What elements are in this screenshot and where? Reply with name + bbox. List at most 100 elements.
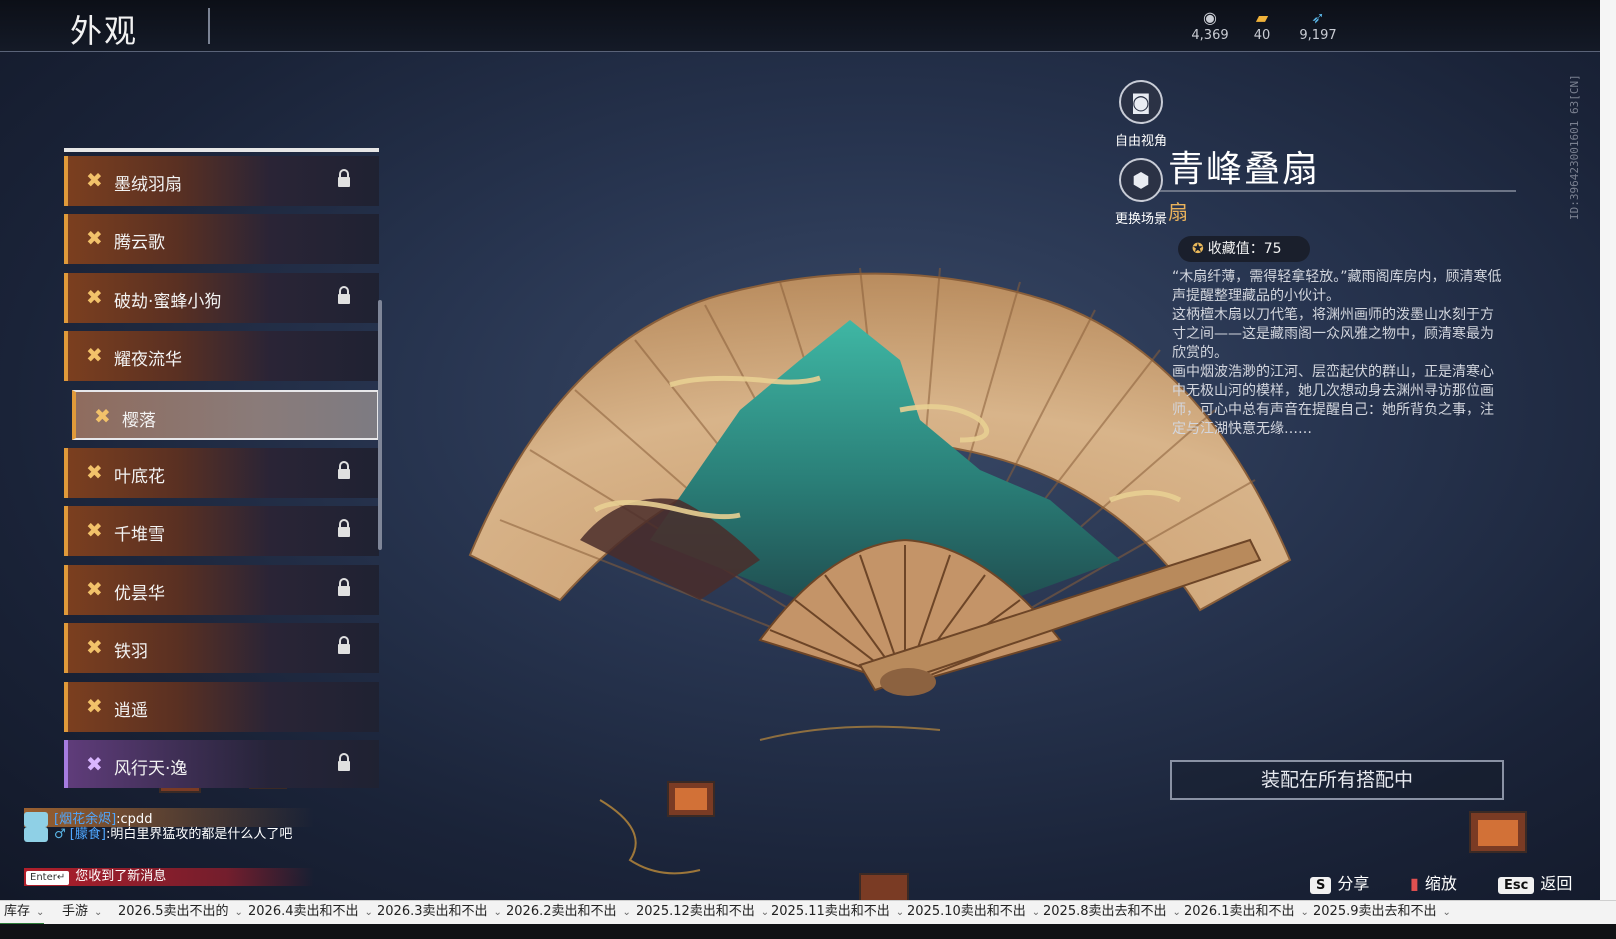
appearance-list-item[interactable]: ✖ 叶底花 bbox=[64, 448, 379, 498]
sheet-tab[interactable]: 2025.11卖出和不出 ⌄ bbox=[767, 901, 904, 925]
sheet-tab[interactable]: 2025.8卖出去和不出 ⌄ bbox=[1039, 901, 1181, 925]
chat-channel-icon bbox=[24, 812, 48, 827]
chevron-down-icon: ⌄ bbox=[94, 907, 103, 918]
sheet-tab-label: 2026.2卖出和不出 bbox=[506, 904, 617, 919]
appearance-list-item[interactable]: ✖ 风行天·逸 bbox=[64, 740, 379, 788]
item-label: 铁羽 bbox=[114, 642, 148, 663]
chat-text: :明白里界猛攻的都是什么人了吧 bbox=[105, 827, 293, 842]
sheet-tab[interactable]: 2026.2卖出和不出 ⌄ bbox=[502, 901, 631, 925]
chat-message[interactable]: [烟花余烬]:cpdd bbox=[24, 808, 314, 827]
list-top-divider bbox=[64, 148, 379, 152]
chat-sender: [朦食] bbox=[69, 827, 106, 842]
sheet-tab[interactable]: 2026.5卖出不出的 ⌄ bbox=[114, 901, 243, 925]
item-label: 千堆雪 bbox=[114, 525, 165, 546]
lock-icon bbox=[338, 519, 350, 538]
appearance-list-item[interactable]: ✖ 逍遥 bbox=[64, 681, 379, 732]
appearance-list[interactable]: ✖ 墨绒羽扇 ✖ 腾云歌 ✖ 破劫·蜜蜂小狗 ✖ 耀夜流华 ✖ 樱落 ✖ 叶底花 ✖ 千堆雪 ✖ 优昙华 ✖ 铁羽… bbox=[64, 148, 379, 788]
chat-new-message-bar[interactable]: Enter↵ 您收到了新消息 bbox=[24, 868, 314, 886]
quality-icon: ✖ bbox=[86, 635, 103, 660]
zoom-hint[interactable]: ▮ 缩放 bbox=[1410, 870, 1457, 894]
lock-icon bbox=[338, 753, 350, 771]
item-label: 风行天·逸 bbox=[114, 759, 188, 779]
item-label: 墨绒羽扇 bbox=[114, 175, 182, 195]
sheet-tab[interactable]: 2025.9卖出去和不出 ⌄ bbox=[1309, 901, 1451, 925]
sheet-tab-bar[interactable]: 库存 ⌄ 手游 ⌄ 2026.5卖出不出的 ⌄ 2026.4卖出和不出 ⌄ 2026.3卖出和不… bbox=[0, 900, 1616, 925]
quality-icon: ✖ bbox=[86, 460, 103, 484]
sheet-tab-label: 库存 bbox=[4, 904, 31, 919]
chat-message[interactable]: ♂ [朦食]:明白里界猛攻的都是什么人了吧 bbox=[24, 826, 314, 844]
lock-icon bbox=[338, 285, 350, 304]
back-hint[interactable]: Esc 返回 bbox=[1498, 870, 1572, 894]
appearance-list-item[interactable]: ✖ 铁羽 bbox=[64, 623, 379, 674]
currency-ticket[interactable]: ▰ 40 bbox=[1232, 8, 1292, 43]
appearance-list-item[interactable]: ✖ 耀夜流华 bbox=[64, 331, 379, 382]
lock-icon bbox=[338, 461, 350, 479]
sheet-tab-label: 2025.8卖出去和不出 bbox=[1043, 904, 1167, 919]
back-label: 返回 bbox=[1540, 874, 1573, 893]
lock-icon bbox=[338, 577, 350, 596]
zoom-label: 缩放 bbox=[1424, 874, 1457, 893]
sheet-tab[interactable]: 2026.1卖出和不出 ⌄ bbox=[1180, 901, 1309, 925]
sheet-tab-label: 2025.11卖出和不出 bbox=[771, 904, 890, 919]
item-label: 腾云歌 bbox=[114, 233, 165, 254]
quality-icon: ✖ bbox=[86, 752, 103, 776]
sheet-tab-label: 2026.3卖出和不出 bbox=[377, 904, 488, 919]
share-hint[interactable]: S 分享 bbox=[1310, 870, 1369, 894]
feather-currency-icon: ➶ bbox=[1311, 8, 1325, 27]
change-scene-button[interactable]: ⬢ 更换场景 bbox=[1106, 158, 1176, 227]
sheet-tab[interactable]: 2025.12卖出和不出 ⌄ bbox=[632, 901, 769, 925]
sheet-tab[interactable]: 2025.10卖出和不出 ⌄ bbox=[903, 901, 1040, 925]
sheet-tab[interactable]: 库存 ⌄ bbox=[0, 901, 45, 925]
item-name: 青峰叠扇 bbox=[1168, 149, 1321, 190]
cube-icon: ⬢ bbox=[1119, 158, 1163, 202]
sheet-tab-label: 2026.5卖出不出的 bbox=[118, 904, 229, 919]
lock-icon bbox=[338, 169, 350, 187]
chat-sender: [烟花余烬] bbox=[54, 812, 117, 827]
chevron-down-icon: ⌄ bbox=[234, 907, 243, 918]
page-title: 外观 bbox=[70, 12, 139, 50]
appearance-list-item[interactable]: ✖ 墨绒羽扇 bbox=[64, 156, 379, 206]
top-bar: 外观 ◉ 4,369 ▰ 40 ➶ 9,197 bbox=[0, 0, 1600, 52]
enter-key-icon: Enter↵ bbox=[26, 871, 70, 885]
item-label: 耀夜流华 bbox=[114, 350, 182, 371]
quality-icon: ✖ bbox=[86, 168, 103, 192]
list-scrollbar[interactable] bbox=[378, 300, 382, 550]
currency-eye[interactable]: ◉ 4,369 bbox=[1180, 8, 1240, 43]
sheet-tab[interactable]: 2026.4卖出和不出 ⌄ bbox=[244, 901, 373, 925]
adjacent-window-strip bbox=[1600, 0, 1616, 900]
quality-icon: ✖ bbox=[86, 576, 103, 601]
appearance-list-item[interactable]: ✖ 优昙华 bbox=[64, 564, 379, 615]
change-scene-label: 更换场景 bbox=[1114, 212, 1167, 227]
eye-currency-icon: ◉ bbox=[1203, 8, 1217, 27]
appearance-list-item[interactable]: ✖ 千堆雪 bbox=[64, 506, 379, 557]
free-view-button[interactable]: ◙ 自由视角 bbox=[1106, 80, 1176, 149]
quality-icon: ✖ bbox=[86, 226, 103, 251]
chevron-down-icon: ⌄ bbox=[1300, 907, 1309, 918]
sheet-tab[interactable]: 手游 ⌄ bbox=[58, 901, 102, 925]
male-gender-icon: ♂ bbox=[54, 827, 70, 842]
mouse-icon: ▮ bbox=[1410, 874, 1419, 893]
camera-icon: ◙ bbox=[1119, 80, 1163, 124]
item-label: 破劫·蜜蜂小狗 bbox=[114, 291, 222, 312]
appearance-list-item[interactable]: ✖ 破劫·蜜蜂小狗 bbox=[64, 272, 379, 323]
currency-ticket-value: 40 bbox=[1253, 28, 1271, 43]
chat-text: :cpdd bbox=[116, 812, 153, 827]
item-description: “木扇纤薄，需得轻拿轻放。”藏雨阁库房内，顾清寒低声提醒整理藏品的小伙计。 这柄… bbox=[1172, 268, 1502, 439]
sheet-tab-label: 2026.4卖出和不出 bbox=[248, 904, 359, 919]
appearance-list-item[interactable]: ✖ 腾云歌 bbox=[64, 214, 379, 265]
item-type: 扇 bbox=[1168, 200, 1188, 224]
description-paragraph-2: 这柄檀木扇以刀代笔，将渊州画师的泼墨山水刻于方寸之间——这是藏雨阁一众风雅之物中… bbox=[1172, 307, 1494, 361]
collection-icon: ✪ bbox=[1192, 241, 1204, 257]
sheet-tab-label: 2026.1卖出和不出 bbox=[1184, 904, 1295, 919]
appearance-list-item[interactable]: ✖ 樱落 bbox=[72, 389, 379, 440]
chevron-down-icon: ⌄ bbox=[493, 907, 502, 918]
sheet-tab-label: 2025.9卖出去和不出 bbox=[1313, 904, 1437, 919]
sheet-tab[interactable]: 2026.3卖出和不出 ⌄ bbox=[373, 901, 502, 925]
item-label: 樱落 bbox=[122, 410, 156, 431]
sheet-tab-label: 手游 bbox=[62, 904, 89, 919]
title-separator bbox=[208, 8, 210, 44]
ticket-currency-icon: ▰ bbox=[1255, 8, 1269, 27]
free-view-label: 自由视角 bbox=[1114, 134, 1167, 149]
currency-feather[interactable]: ➶ 9,197 bbox=[1288, 8, 1348, 43]
equip-all-button[interactable]: 装配在所有搭配中 bbox=[1170, 760, 1504, 800]
